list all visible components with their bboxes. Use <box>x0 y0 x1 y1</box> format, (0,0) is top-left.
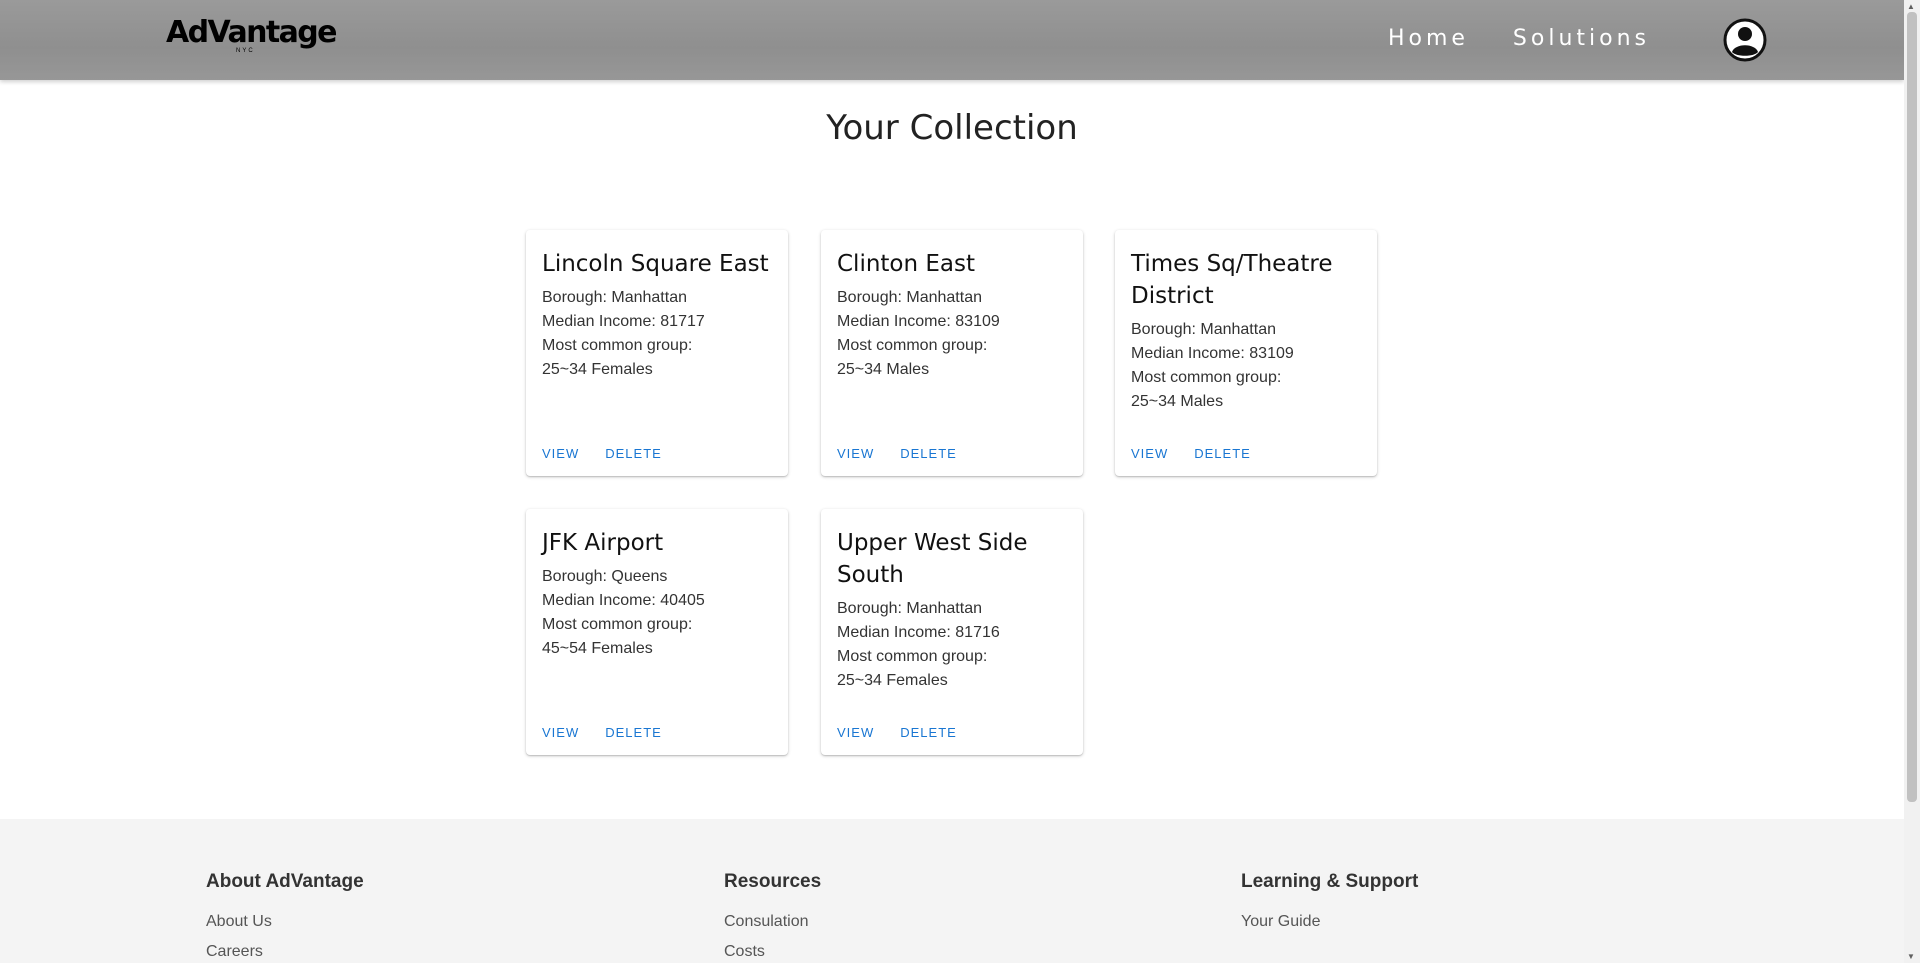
top-navbar: AdVantage NYC Home Solutions <box>0 0 1904 80</box>
view-button[interactable]: VIEW <box>534 440 587 467</box>
card-title: JFK Airport <box>542 530 664 556</box>
main-nav: Home Solutions <box>1388 26 1650 51</box>
footer-heading: Resources <box>724 871 822 892</box>
card-income: Median Income: 40405 <box>542 592 705 609</box>
card-details: Borough: Manhattan Median Income: 81716 … <box>837 597 1000 693</box>
collection-card: JFK Airport Borough: Queens Median Incom… <box>526 509 788 755</box>
view-button[interactable]: VIEW <box>829 440 882 467</box>
card-title: Upper West Side South <box>837 530 1028 588</box>
card-actions: VIEW DELETE <box>829 440 965 467</box>
card-actions: VIEW DELETE <box>1123 440 1259 467</box>
view-button[interactable]: VIEW <box>1123 440 1176 467</box>
card-borough: Borough: Queens <box>542 568 668 585</box>
card-group: 25~34 Females <box>542 361 653 378</box>
card-details: Borough: Queens Median Income: 40405 Mos… <box>542 565 705 661</box>
footer: About AdVantage About Us Careers Resourc… <box>0 819 1904 963</box>
footer-link-consulation[interactable]: Consulation <box>724 913 821 931</box>
card-details: Borough: Manhattan Median Income: 83109 … <box>837 286 1000 382</box>
footer-link-careers[interactable]: Careers <box>206 943 364 961</box>
footer-link-about-us[interactable]: About Us <box>206 913 364 931</box>
advantage-logo[interactable]: AdVantage NYC <box>166 15 337 58</box>
card-group: 45~54 Females <box>542 640 653 657</box>
card-income: Median Income: 83109 <box>1131 345 1294 362</box>
card-group-label: Most common group: <box>542 616 693 633</box>
card-actions: VIEW DELETE <box>534 719 670 746</box>
card-title: Clinton East <box>837 251 976 277</box>
card-actions: VIEW DELETE <box>534 440 670 467</box>
footer-heading: Learning & Support <box>1241 871 1419 892</box>
delete-button[interactable]: DELETE <box>892 719 965 746</box>
scrollbar-thumb[interactable] <box>1907 12 1917 802</box>
card-group-label: Most common group: <box>837 648 988 665</box>
scroll-up-arrow-icon[interactable]: ▲ <box>1907 2 1915 11</box>
card-group: 25~34 Females <box>837 672 948 689</box>
collection-card: Times Sq/Theatre District Borough: Manha… <box>1115 230 1377 476</box>
card-group-label: Most common group: <box>837 337 988 354</box>
delete-button[interactable]: DELETE <box>597 719 670 746</box>
card-title: Lincoln Square East <box>542 251 769 277</box>
logo-text: AdVantage <box>166 15 337 50</box>
view-button[interactable]: VIEW <box>534 719 587 746</box>
footer-column-about: About AdVantage About Us Careers <box>206 871 364 973</box>
card-borough: Borough: Manhattan <box>837 289 982 306</box>
card-actions: VIEW DELETE <box>829 719 965 746</box>
card-group-label: Most common group: <box>542 337 693 354</box>
card-details: Borough: Manhattan Median Income: 83109 … <box>1131 318 1294 414</box>
account-circle-icon[interactable] <box>1723 18 1767 62</box>
card-borough: Borough: Manhattan <box>542 289 687 306</box>
footer-column-learning: Learning & Support Your Guide <box>1241 871 1418 943</box>
card-group: 25~34 Males <box>1131 393 1224 410</box>
card-income: Median Income: 81717 <box>542 313 705 330</box>
delete-button[interactable]: DELETE <box>1186 440 1259 467</box>
footer-link-costs[interactable]: Costs <box>724 943 821 961</box>
card-group: 25~34 Males <box>837 361 930 378</box>
delete-button[interactable]: DELETE <box>597 440 670 467</box>
card-income: Median Income: 81716 <box>837 624 1000 641</box>
card-group-label: Most common group: <box>1131 369 1282 386</box>
footer-column-resources: Resources Consulation Costs <box>724 871 821 973</box>
card-income: Median Income: 83109 <box>837 313 1000 330</box>
footer-heading: About AdVantage <box>206 871 364 892</box>
delete-button[interactable]: DELETE <box>892 440 965 467</box>
collection-card: Clinton East Borough: Manhattan Median I… <box>821 230 1083 476</box>
page-title: Your Collection <box>826 108 1078 148</box>
scroll-down-arrow-icon[interactable]: ▼ <box>1907 952 1915 961</box>
card-borough: Borough: Manhattan <box>837 600 982 617</box>
nav-home-link[interactable]: Home <box>1388 26 1469 51</box>
footer-link-your-guide[interactable]: Your Guide <box>1241 913 1418 931</box>
card-borough: Borough: Manhattan <box>1131 321 1276 338</box>
collection-card: Upper West Side South Borough: Manhattan… <box>821 509 1083 755</box>
nav-solutions-link[interactable]: Solutions <box>1513 26 1650 51</box>
logo-subtext: NYC <box>236 48 255 54</box>
page-scrollbar[interactable]: ▲ ▼ <box>1904 0 1920 963</box>
collection-card: Lincoln Square East Borough: Manhattan M… <box>526 230 788 476</box>
card-details: Borough: Manhattan Median Income: 81717 … <box>542 286 705 382</box>
view-button[interactable]: VIEW <box>829 719 882 746</box>
card-title: Times Sq/Theatre District <box>1131 251 1333 309</box>
